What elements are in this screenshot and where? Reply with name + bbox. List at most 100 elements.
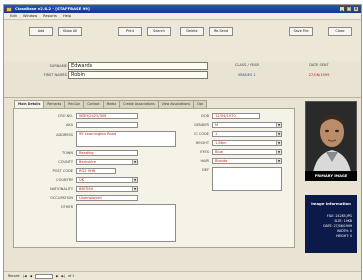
town-label: TOWN [62,151,73,155]
show-all-button[interactable]: Show All [58,27,82,36]
save-file-button[interactable]: Save File [289,27,313,36]
tab-view-associations[interactable]: View Associations [157,100,195,108]
tab-reccon[interactable]: RecCon [64,100,85,108]
first-names-label: FIRST NAMES [43,73,67,77]
last-record-icon[interactable]: ▶| [62,272,66,280]
other-field[interactable] [76,204,176,242]
hair-field[interactable]: Blonde ▼ [212,158,282,164]
address-label: ADDRESS [56,133,73,137]
record-label: Record: [8,274,21,278]
close-window-icon[interactable]: × [353,6,359,12]
county-field[interactable]: Berkshire ▼ [76,159,138,165]
tab-media[interactable]: Media [102,100,121,108]
image-info-title: Image Information [311,201,351,206]
record-number-input[interactable] [35,273,54,279]
chevron-down-icon[interactable]: ▼ [132,178,137,182]
resend-button[interactable]: Re-Send [209,27,233,36]
next-record-icon[interactable]: ▶ [56,272,58,280]
window-title: ClassBase v2.8.2 - [STAFFBASE 99] [15,6,90,11]
surname-label: SURNAME [49,64,67,68]
class-value: IMAGES 1 [238,73,256,77]
menu-reports[interactable]: Reports [43,13,57,19]
delete-button[interactable]: Delete [180,27,204,36]
post-code-label: POST CODE [52,169,73,173]
menu-bar: Edit Window Reports Help [4,13,361,20]
chevron-down-icon[interactable]: ▼ [276,132,281,136]
record-of-count: of 1 [68,274,75,278]
close-button[interactable]: Close [328,27,352,36]
cro-no-label: CRO NO. [57,114,73,118]
maximize-icon[interactable]: □ [346,6,352,12]
app-icon [6,6,12,12]
eyes-field[interactable]: Blue ▼ [212,149,282,155]
occupation-label: OCCUPATION [50,196,73,200]
dob-label: DOB [201,114,209,118]
country-field[interactable]: UK ▼ [76,177,138,183]
country-value: UK [79,178,84,182]
prev-record-icon[interactable]: ◀ [30,272,32,280]
chevron-down-icon[interactable]: ▼ [276,123,281,127]
menu-window[interactable]: Window [23,13,37,19]
tab-create-associations[interactable]: Create Associations [119,100,159,108]
menu-help[interactable]: Help [63,13,71,19]
hair-label: HAIR [200,159,210,163]
chevron-down-icon[interactable]: ▼ [276,141,281,145]
height-value: 1.86m [215,141,227,145]
date-sent-label: DATE SENT [309,63,329,67]
occupation-field[interactable]: Unemployed [76,195,138,201]
minimize-icon[interactable]: _ [339,6,345,12]
image-info-height: HEIGHT: 0 [336,234,352,238]
print-button[interactable]: Print [118,27,142,36]
portrait-photo [306,102,356,178]
hair-value: Blonde [215,159,228,163]
tab-contact[interactable]: Contact [83,100,104,108]
primary-image-caption: PRIMARY IMAGE [305,171,357,181]
title-bar: ClassBase v2.8.2 - [STAFFBASE 99] _ □ × [4,5,361,13]
gender-field[interactable]: M ▼ [212,122,282,128]
first-record-icon[interactable]: |◀ [23,272,27,280]
tab-opt[interactable]: Opt [193,100,207,108]
post-code-field[interactable]: RG2 5HN [76,168,116,174]
ic-code-value: 1 [215,132,218,136]
county-label: COUNTY [58,160,73,164]
search-button[interactable]: Search [147,27,171,36]
chevron-down-icon[interactable]: ▼ [132,160,137,164]
def-field[interactable] [212,167,282,191]
ic-code-field[interactable]: 1 ▼ [212,131,282,137]
height-field[interactable]: 1.86m ▼ [212,140,282,146]
aka-label: AKA [65,123,73,127]
gender-label: GENDER [194,123,209,127]
town-field[interactable]: Reading [76,150,138,156]
application-window: ClassBase v2.8.2 - [STAFFBASE 99] _ □ × … [3,4,362,280]
primary-image[interactable] [305,101,357,179]
chevron-down-icon[interactable]: ▼ [132,187,137,191]
other-label: OTHER [60,205,73,209]
image-information-panel: Image Information FILE: 24285.JPG SIZE: … [305,195,357,253]
height-label: HEIGHT [195,141,209,145]
county-value: Berkshire [79,160,96,164]
header-separator [4,97,361,98]
add-button[interactable]: Add [29,27,53,36]
eyes-label: EYES [200,150,209,154]
chevron-down-icon[interactable]: ▼ [276,159,281,163]
nationality-label: NATIONALITY [50,187,73,191]
chevron-down-icon[interactable]: ▼ [276,150,281,154]
cro-no-field[interactable]: WDH/2425/306 [76,113,138,119]
def-label: DEF [202,168,209,172]
address-field[interactable]: 99 Leamington Road [76,131,176,147]
class-label: CLASS / YEAR [235,63,259,67]
surname-field[interactable]: Edwards [68,62,208,70]
menu-edit[interactable]: Edit [10,13,17,19]
tab-bar: Main Details Remarks RecCon Contact Medi… [14,100,207,109]
ic-code-label: IC CODE [194,132,209,136]
nationality-field[interactable]: BRITISH ▼ [76,186,138,192]
country-label: COUNTRY [56,178,73,182]
gender-value: M [215,123,219,127]
tab-remarks[interactable]: Remarks [43,100,66,108]
date-sent-value: 27/06/1999 [308,73,330,77]
aka-field[interactable] [76,122,138,128]
eyes-value: Blue [215,150,223,154]
record-navigator: Record: |◀ ◀ ▶ ▶| of 1 [4,271,361,280]
dob-field[interactable]: 12/04/1970 [212,113,260,119]
first-names-field[interactable]: Robin [68,71,208,79]
